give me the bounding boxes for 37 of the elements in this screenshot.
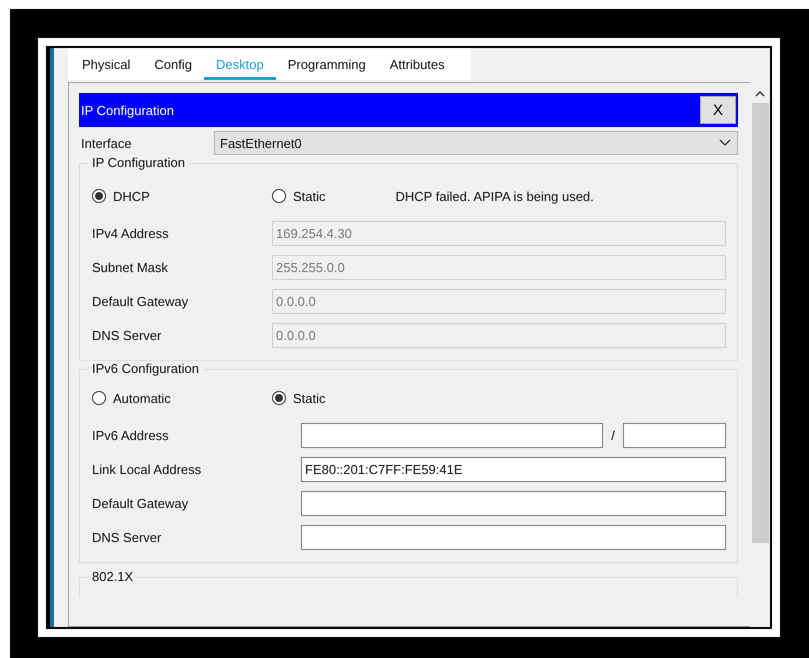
scroll-thumb[interactable] xyxy=(752,103,768,543)
radio-label: Static xyxy=(293,188,326,204)
caret-icon xyxy=(719,139,731,147)
tab[interactable]: Attributes xyxy=(378,48,457,80)
radio-button[interactable] xyxy=(272,391,286,405)
radio-button[interactable] xyxy=(92,189,106,203)
status-message: DHCP failed. APIPA is being used. xyxy=(396,188,594,204)
field-label: DNS Server xyxy=(92,530,162,544)
radio-label: Automatic xyxy=(113,390,171,406)
input-field[interactable] xyxy=(301,490,726,516)
radio-button[interactable] xyxy=(272,189,286,203)
input-field[interactable] xyxy=(301,524,726,550)
prefix-length-field[interactable] xyxy=(623,422,726,448)
interface-label: Interface xyxy=(80,136,133,150)
radio-label: DHCP xyxy=(113,188,150,204)
field-label: IPv4 Address xyxy=(92,226,170,240)
field-label: Default Gateway xyxy=(92,496,190,510)
tab[interactable]: Physical xyxy=(70,48,142,80)
field-label: Subnet Mask xyxy=(92,260,169,274)
tab[interactable]: Config xyxy=(142,48,204,80)
group-title: IP Configuration xyxy=(88,155,189,170)
field-label: DNS Server xyxy=(92,328,162,342)
scroll-up-icon[interactable] xyxy=(755,90,765,97)
field-label: Default Gateway xyxy=(92,294,190,308)
group-title: IPv6 Configuration xyxy=(88,361,203,376)
input-field[interactable]: FE80::201:C7FF:FE59:41E xyxy=(301,456,726,482)
tab[interactable]: Programming xyxy=(276,48,378,80)
dialog-title: IP Configuration xyxy=(80,102,174,118)
field-label: IPv6 Address xyxy=(92,428,170,442)
close-button[interactable]: X xyxy=(700,96,736,124)
radio-label: Static xyxy=(293,390,326,406)
group-title: 802.1X xyxy=(88,569,138,584)
radio-button[interactable] xyxy=(92,391,106,405)
input-field[interactable] xyxy=(301,422,603,448)
field-label: Link Local Address xyxy=(92,462,202,476)
prefix-separator: / xyxy=(610,428,616,442)
interface-dropdown[interactable]: FastEthernet0 xyxy=(214,131,738,155)
